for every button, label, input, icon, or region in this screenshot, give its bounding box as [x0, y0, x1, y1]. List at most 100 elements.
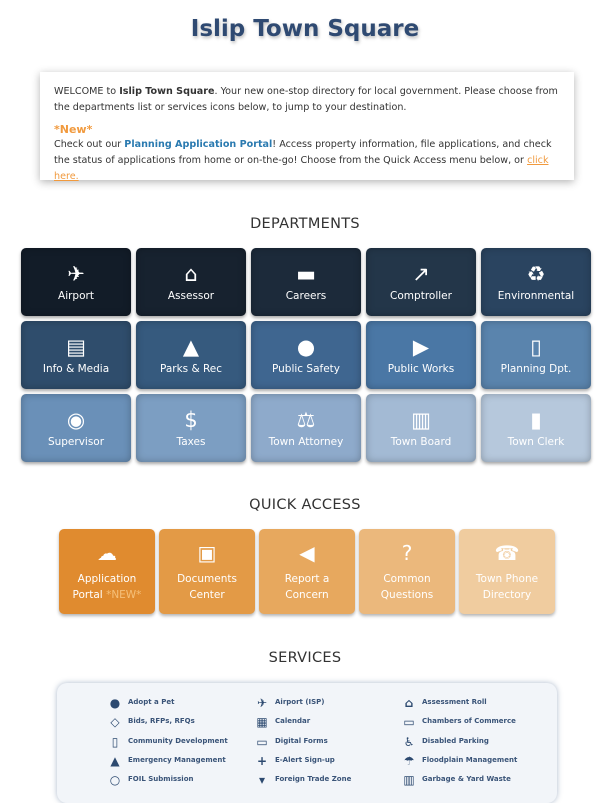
- service-label: FOIL Submission: [128, 775, 194, 784]
- umbrella-icon: ☂: [403, 753, 415, 768]
- service-foil-submission[interactable]: ○ FOIL Submission: [102, 774, 249, 793]
- quick-access-application-portal[interactable]: ☁ Application Portal *NEW*: [59, 529, 155, 614]
- dept-tile-assessor[interactable]: ⌂ Assessor: [136, 248, 246, 316]
- quick-access-label-line1: Application: [77, 572, 137, 585]
- dept-tile-town-board[interactable]: ▥ Town Board: [366, 394, 476, 462]
- quick-access-common-questions[interactable]: ? Common Questions: [359, 529, 455, 614]
- dept-tile-taxes[interactable]: $ Taxes: [136, 394, 246, 462]
- bullhorn-icon: ◀: [299, 540, 315, 565]
- dept-label: Public Works: [387, 363, 455, 375]
- new-text-a: Check out our: [54, 139, 125, 150]
- service-floodplain-management[interactable]: ☂ Floodplain Management: [396, 755, 556, 774]
- dollar-icon: $: [184, 408, 198, 432]
- book-icon: ▮: [530, 408, 542, 432]
- trash-icon: ▥: [403, 773, 415, 788]
- dept-tile-public-works[interactable]: ▶ Public Works: [366, 321, 476, 389]
- quick-access-label-line2-text: Center: [189, 588, 225, 601]
- service-bids-rfps-rfqs[interactable]: ◇ Bids, RFPs, RFQs: [102, 716, 249, 735]
- service-e-alert-sign-up[interactable]: + E-Alert Sign-up: [249, 755, 396, 774]
- quick-access-town-phone-directory[interactable]: ☎ Town Phone Directory: [459, 529, 555, 614]
- dept-tile-public-safety[interactable]: ● Public Safety: [251, 321, 361, 389]
- service-label: Floodplain Management: [422, 755, 518, 764]
- tree-icon: ▲: [182, 335, 200, 359]
- dept-label: Comptroller: [390, 290, 452, 302]
- quick-access-label-line1: Report a: [284, 572, 330, 585]
- phone-icon: ☎: [494, 540, 520, 565]
- service-label: Calendar: [275, 717, 311, 726]
- departments-grid: ✈ Airport ⌂ Assessor ▬ Careers ↗ Comptroller ♻ En…: [21, 248, 593, 462]
- dept-label: Planning Dpt.: [500, 363, 572, 375]
- service-label: Foreign Trade Zone: [275, 775, 352, 784]
- paw-icon: ●: [109, 696, 121, 710]
- service-disabled-parking[interactable]: ♿ Disabled Parking: [396, 736, 556, 755]
- service-airport-isp[interactable]: ✈ Airport (ISP): [249, 697, 396, 716]
- planning-portal-link[interactable]: Planning Application Portal: [124, 139, 272, 150]
- quick-access-label-line2-text: Concern: [285, 588, 329, 601]
- dept-tile-parks-rec[interactable]: ▲ Parks & Rec: [136, 321, 246, 389]
- services-panel: ● Adopt a Pet ✈ Airport (ISP) ⌂ Assessment Ro…: [57, 683, 557, 803]
- institution-icon: ▥: [411, 408, 431, 432]
- truck-icon: ▶: [412, 335, 430, 359]
- quick-access-label-line2-text: Directory: [482, 588, 532, 601]
- dept-tile-comptroller[interactable]: ↗ Comptroller: [366, 248, 476, 316]
- service-label: Adopt a Pet: [128, 698, 175, 706]
- dept-label: Info & Media: [42, 363, 110, 375]
- quick-access-label-line1: Documents: [177, 572, 237, 585]
- dept-tile-supervisor[interactable]: ◉ Supervisor: [21, 394, 131, 462]
- question-icon: ?: [401, 540, 413, 565]
- balance-scale-icon: ⚖: [296, 408, 316, 432]
- quick-access-label-line2: Directory: [483, 587, 531, 603]
- service-community-development[interactable]: ▯ Community Development: [102, 736, 249, 755]
- service-label: Assessment Roll: [422, 698, 487, 706]
- departments-heading: DEPARTMENTS: [250, 216, 360, 232]
- page-title: Islip Town Square: [190, 16, 420, 42]
- service-label: Disabled Parking: [422, 736, 489, 745]
- service-label: Bids, RFPs, RFQs: [128, 717, 195, 726]
- recycle-icon: ♻: [526, 262, 546, 286]
- service-chambers-of-commerce[interactable]: ▭ Chambers of Commerce: [396, 716, 556, 735]
- shopping-basket-icon: ▭: [403, 715, 415, 730]
- service-label: Garbage & Yard Waste: [422, 775, 511, 784]
- service-digital-forms[interactable]: ▭ Digital Forms: [249, 736, 396, 755]
- service-emergency-management[interactable]: ▲ Emergency Management: [102, 755, 249, 774]
- quick-access-documents-center[interactable]: ▣ Documents Center: [159, 529, 255, 614]
- dept-tile-info-media[interactable]: ▤ Info & Media: [21, 321, 131, 389]
- user-circle-icon: ◉: [66, 408, 86, 432]
- dept-tile-town-attorney[interactable]: ⚖ Town Attorney: [251, 394, 361, 462]
- dept-tile-town-clerk[interactable]: ▮ Town Clerk: [481, 394, 591, 462]
- dept-label: Taxes: [176, 436, 206, 448]
- quick-access-label-line2: Concern: [285, 587, 328, 603]
- service-label: Emergency Management: [128, 755, 226, 764]
- service-adopt-a-pet[interactable]: ● Adopt a Pet: [102, 697, 249, 716]
- dept-label: Supervisor: [47, 436, 105, 448]
- home-icon: ⌂: [184, 262, 198, 286]
- newspaper-icon: ▤: [66, 335, 86, 359]
- service-label: Digital Forms: [275, 736, 328, 745]
- building-icon: ▯: [111, 734, 119, 749]
- dept-tile-environmental[interactable]: ♻ Environmental: [481, 248, 591, 316]
- dept-label: Town Clerk: [507, 436, 565, 448]
- dept-tile-careers[interactable]: ▬ Careers: [251, 248, 361, 316]
- dept-label: Public Safety: [272, 363, 340, 375]
- quick-access-heading: QUICK ACCESS: [249, 497, 361, 513]
- service-assessment-roll[interactable]: ⌂ Assessment Roll: [396, 697, 556, 716]
- new-text: Check out our Planning Application Porta…: [54, 137, 560, 185]
- service-label: Community Development: [128, 736, 228, 745]
- laptop-icon: ▭: [256, 734, 268, 749]
- calendar-icon: ▦: [256, 715, 268, 730]
- dept-label: Airport: [58, 290, 94, 302]
- quick-access-report-a-concern[interactable]: ◀ Report a Concern: [259, 529, 355, 614]
- service-calendar[interactable]: ▦ Calendar: [249, 716, 396, 735]
- service-garbage-yard-waste[interactable]: ▥ Garbage & Yard Waste: [396, 774, 556, 793]
- service-label: E-Alert Sign-up: [275, 755, 335, 764]
- dept-label: Environmental: [497, 290, 575, 302]
- ship-icon: ▾: [258, 773, 266, 788]
- service-foreign-trade-zone[interactable]: ▾ Foreign Trade Zone: [249, 774, 396, 793]
- quick-access-label-line2-text: Questions: [380, 588, 434, 601]
- quick-access-row: ☁ Application Portal *NEW* ▣ Documents Center…: [59, 529, 555, 614]
- dept-tile-planning-dpt[interactable]: ▯ Planning Dpt.: [481, 321, 591, 389]
- dept-tile-airport[interactable]: ✈ Airport: [21, 248, 131, 316]
- quick-access-label-line1: Common: [383, 572, 431, 585]
- services-heading: SERVICES: [268, 650, 342, 666]
- new-label: *New*: [54, 123, 93, 136]
